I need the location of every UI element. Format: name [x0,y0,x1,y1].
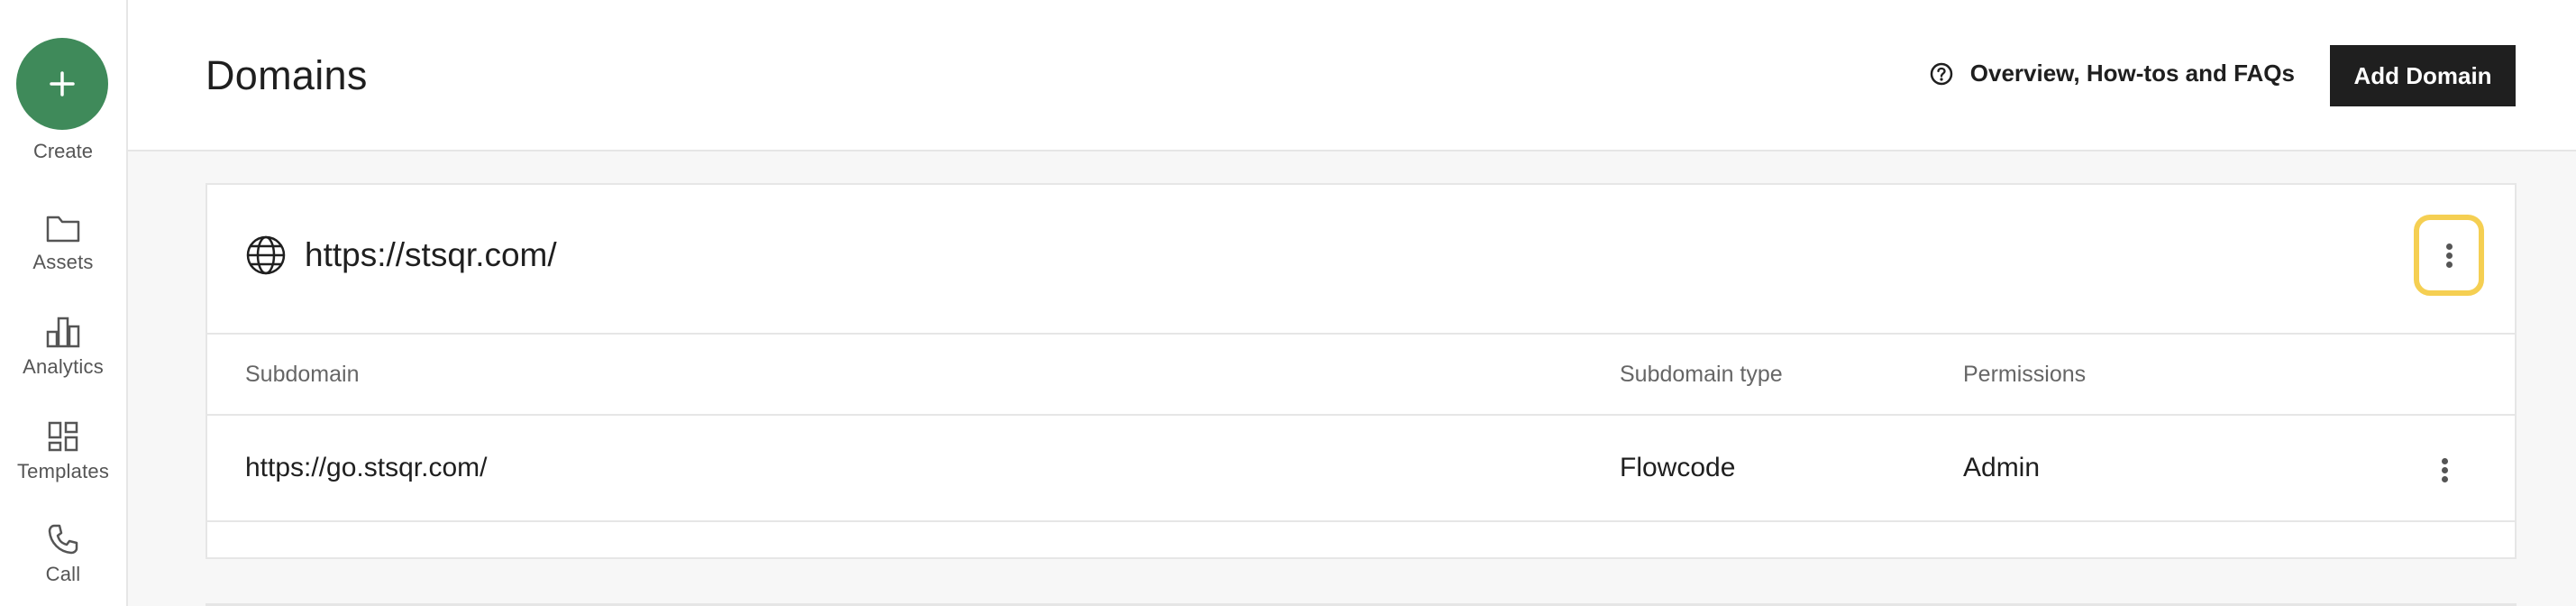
subdomain-type-cell: Flowcode [1620,453,1736,482]
plus-icon [50,71,75,96]
domain-card-header: https://stsqr.com/ [207,185,2515,335]
sidebar-item-analytics[interactable]: Analytics [0,316,126,379]
row-more-button[interactable] [2426,452,2462,488]
phone-icon [48,524,78,555]
sidebar: Create Assets Analytics Templates Call [0,0,128,606]
help-circle-icon [1930,62,1953,85]
sidebar-item-call[interactable]: Call [0,523,126,586]
sidebar-item-templates[interactable]: Templates [0,420,126,483]
domain-title: https://stsqr.com/ [245,234,557,276]
domain-url: https://stsqr.com/ [305,236,557,273]
permissions-cell: Admin [1963,453,2041,482]
more-vertical-icon [2445,241,2453,271]
add-domain-button[interactable]: Add Domain [2330,45,2516,106]
sidebar-item-assets[interactable]: Assets [0,213,126,274]
bar-chart-icon [46,317,80,348]
column-header-subdomain-type: Subdomain type [1620,361,1783,387]
domain-more-button[interactable] [2414,215,2484,296]
column-header-subdomain: Subdomain [245,361,360,387]
grid-icon [48,421,78,452]
page-header: Domains Overview, How-tos and FAQs Add D… [128,0,2576,152]
table-row[interactable]: https://go.stsqr.com/ Flowcode Admin [207,416,2515,522]
table-header: Subdomain Subdomain type Permissions [207,335,2515,416]
column-header-permissions: Permissions [1963,361,2087,387]
page-title: Domains [206,52,368,98]
sidebar-item-label: Templates [16,460,110,482]
folder-icon [46,216,80,243]
create-label: Create [32,140,94,162]
sidebar-item-label: Assets [32,251,94,273]
more-vertical-icon [2441,455,2448,485]
sidebar-item-label: Analytics [23,355,104,378]
sidebar-item-label: Call [45,563,81,585]
help-link-label: Overview, How-tos and FAQs [1969,60,2295,87]
create-button[interactable] [16,38,108,130]
globe-icon [246,235,286,275]
domain-card: https://stsqr.com/ Subdomain Subdomain t… [206,183,2517,559]
subdomain-cell: https://go.stsqr.com/ [245,453,488,482]
help-link[interactable]: Overview, How-tos and FAQs [1929,60,2295,87]
